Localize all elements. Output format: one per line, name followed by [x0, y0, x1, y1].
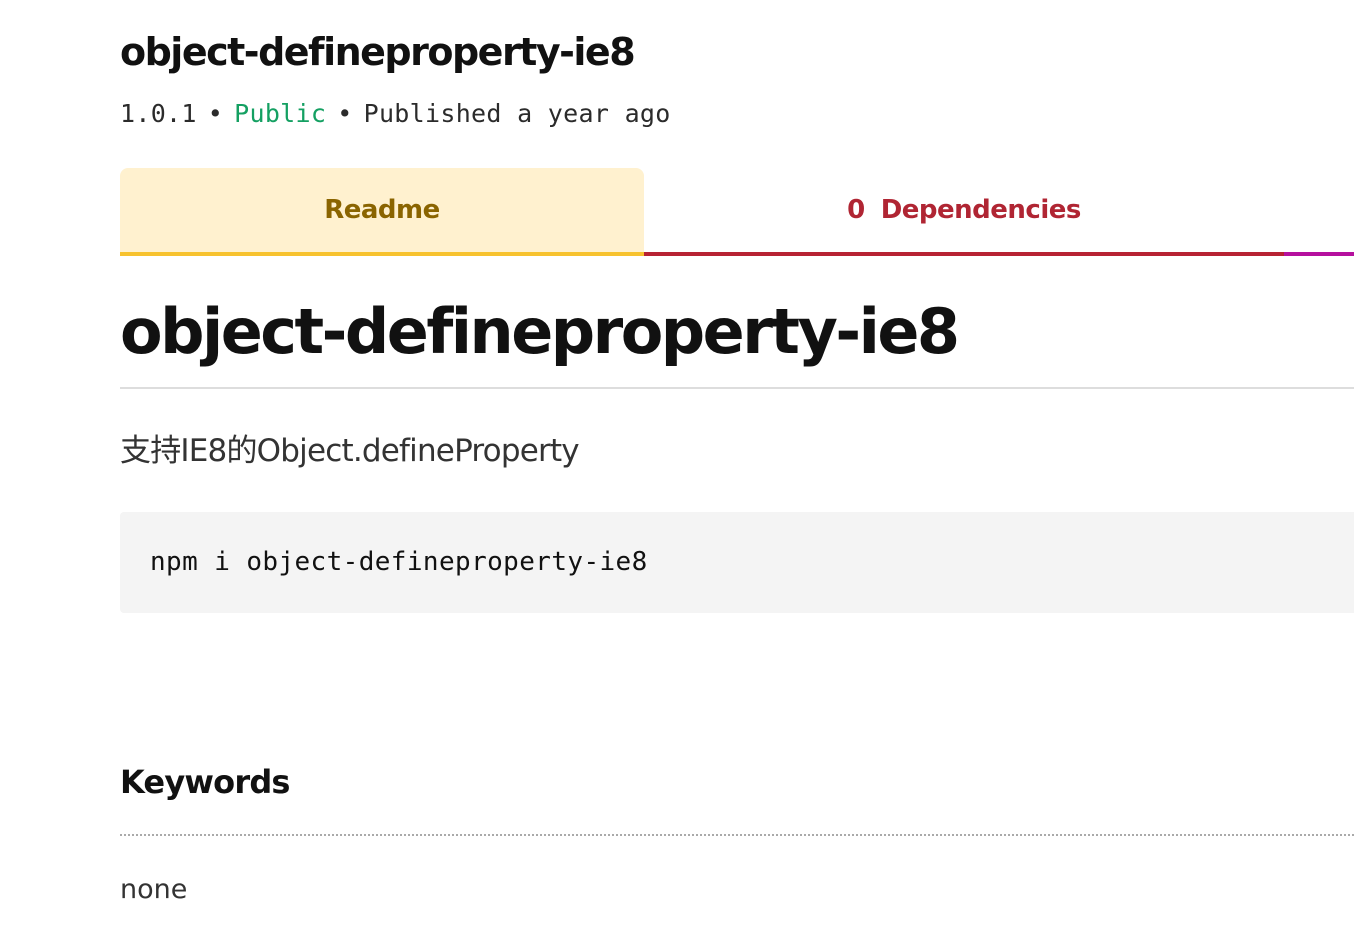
meta-separator: • — [337, 99, 353, 128]
next-tab-underline[interactable] — [1284, 252, 1354, 256]
readme-description: 支持IE8的Object.defineProperty — [120, 433, 580, 469]
tab-dependencies-label: Dependencies — [880, 195, 1082, 225]
tab-readme-label: Readme — [324, 195, 440, 225]
keywords-value: none — [120, 874, 188, 905]
tab-dependencies[interactable]: 0 Dependencies — [644, 168, 1284, 252]
keywords-heading: Keywords — [120, 763, 290, 801]
tab-readme[interactable]: Readme — [120, 168, 644, 252]
package-tabs: Readme 0 Dependencies — [120, 168, 1354, 256]
published-date: Published a year ago — [363, 99, 671, 128]
readme-tab-underline — [120, 252, 644, 256]
install-command[interactable]: npm i object-defineproperty-ie8 — [150, 544, 648, 580]
keywords-divider — [120, 834, 1354, 836]
dependencies-count: 0 — [847, 195, 865, 225]
install-code-block: npm i object-defineproperty-ie8 — [120, 512, 1354, 613]
heading-divider — [120, 387, 1354, 389]
dependencies-tab-underline — [644, 252, 1284, 256]
meta-separator: • — [207, 99, 224, 128]
visibility-badge: Public — [234, 99, 327, 128]
package-meta: 1.0.1 • Public • Published a year ago — [120, 96, 671, 132]
package-title: object-defineproperty-ie8 — [120, 30, 636, 74]
package-version: 1.0.1 — [120, 99, 197, 128]
readme-heading: object-defineproperty-ie8 — [120, 295, 960, 368]
